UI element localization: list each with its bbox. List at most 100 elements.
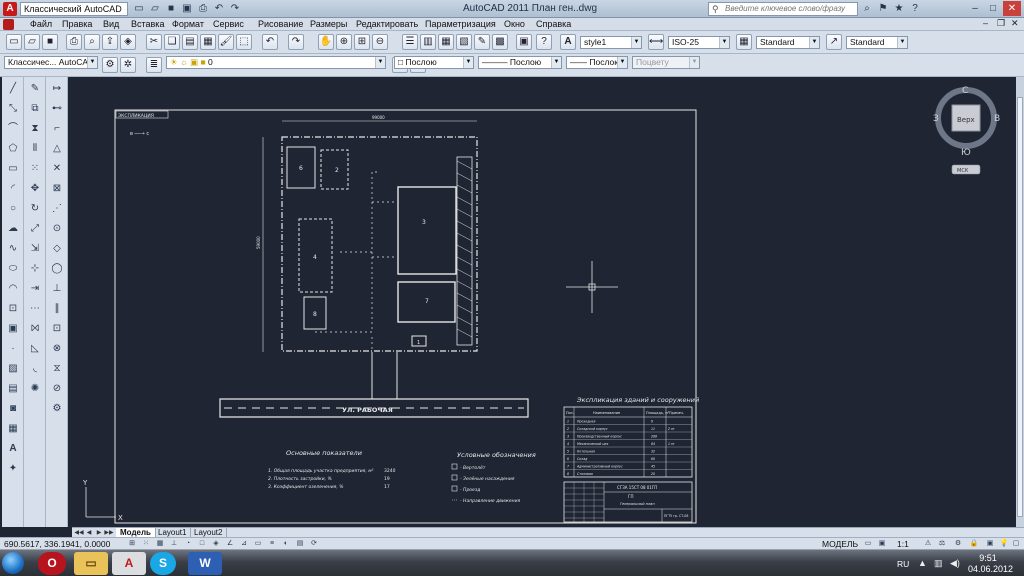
infer-constraints-icon[interactable]: ⊞ [126, 539, 138, 549]
keyboard-language[interactable]: RU [897, 559, 909, 569]
doc-close-button[interactable]: ✕ [1011, 18, 1019, 29]
zoom-window-icon[interactable]: ⊞ [354, 34, 370, 50]
design-center-icon[interactable]: ▥ [420, 34, 436, 50]
mirror-icon[interactable]: ⧗ [27, 121, 43, 136]
snap-midpoint-icon[interactable]: △ [49, 141, 65, 156]
copy-icon[interactable]: ❏ [164, 34, 180, 50]
spline-icon[interactable]: ∿ [5, 241, 21, 256]
drawing-area[interactable]: ЭКСПЛИКАЦИЯ в ──→ с 99000 59000 6 2 3 4 … [72, 77, 1016, 527]
paste-block-icon[interactable]: ▦ [200, 34, 216, 50]
qnew-icon[interactable]: ▭ [6, 34, 22, 50]
stretch-icon[interactable]: ⇲ [27, 241, 43, 256]
volume-icon[interactable]: ◀) [950, 558, 960, 569]
snap-extension-icon[interactable]: ⋰ [49, 201, 65, 216]
favorites-icon[interactable]: ★ [892, 2, 906, 16]
extend-icon[interactable]: ⇥ [27, 281, 43, 296]
subscription-icon[interactable]: ⚑ [876, 2, 890, 16]
undo-icon[interactable]: ↶ [212, 2, 226, 16]
doc-restore-button[interactable]: ❐ [997, 18, 1005, 29]
menu-tools[interactable]: Сервис [213, 19, 244, 29]
match-properties-icon[interactable]: 🖌 [218, 34, 234, 50]
menu-format[interactable]: Формат [172, 19, 204, 29]
properties-icon[interactable]: ☰ [402, 34, 418, 50]
print-icon[interactable]: ⎙ [196, 2, 210, 16]
scrollbar-thumb[interactable] [1017, 97, 1023, 517]
snap-mode-icon[interactable]: ⁙ [140, 539, 152, 549]
minimize-button[interactable]: – [966, 1, 984, 16]
table-style-icon[interactable]: ▦ [736, 34, 752, 50]
ducs-icon[interactable]: ⊿ [238, 539, 250, 549]
join-icon[interactable]: ⨝ [27, 321, 43, 336]
menu-file[interactable]: Файл [30, 19, 52, 29]
binoculars-icon[interactable]: ⌕ [860, 2, 874, 16]
sheet-set-icon[interactable]: ▧ [456, 34, 472, 50]
isolate-objects-icon[interactable]: 💡 [998, 539, 1010, 549]
new-file-icon[interactable]: ▭ [132, 2, 146, 16]
scale-icon[interactable]: ⤢ [27, 221, 43, 236]
vertical-scrollbar[interactable] [1016, 77, 1024, 527]
snap-tangent-icon[interactable]: ◯ [49, 261, 65, 276]
redo-icon[interactable]: ↷ [288, 34, 304, 50]
color-select[interactable]: □ Послою ▼ [394, 56, 474, 69]
dynamic-input-icon[interactable]: ▭ [252, 539, 264, 549]
hatch-icon[interactable]: ▨ [5, 361, 21, 376]
otrack-icon[interactable]: ∠ [224, 539, 236, 549]
save-icon[interactable]: ■ [42, 34, 58, 50]
array-icon[interactable]: ⁙ [27, 161, 43, 176]
publish-icon[interactable]: ⇪ [102, 34, 118, 50]
gradient-icon[interactable]: ▤ [5, 381, 21, 396]
polygon-icon[interactable]: ⬠ [5, 141, 21, 156]
pan-icon[interactable]: ✋ [318, 34, 334, 50]
transparency-icon[interactable]: ◐ [280, 539, 292, 549]
mtext-icon[interactable]: A [5, 441, 21, 456]
menu-modify[interactable]: Редактировать [356, 19, 418, 29]
help-icon[interactable]: ? [536, 34, 552, 50]
menu-help[interactable]: Справка [536, 19, 571, 29]
break-icon[interactable]: ⋯ [27, 301, 43, 316]
lock-icon[interactable]: 🔒 [968, 539, 980, 549]
snap-apparent-icon[interactable]: ⊠ [49, 181, 65, 196]
polyline-icon[interactable]: ⌒ [5, 121, 21, 136]
block-editor-icon[interactable]: ⬚ [236, 34, 252, 50]
coordinates-readout[interactable]: 690.5617, 336.1941, 0.0000 [4, 539, 110, 549]
arc-icon[interactable]: ◜ [5, 181, 21, 196]
save-icon[interactable]: ■ [164, 2, 178, 16]
snap-intersection-icon[interactable]: ✕ [49, 161, 65, 176]
search-input[interactable]: ⚲ Введите ключевое слово/фразу [708, 2, 858, 16]
workspace-select[interactable]: Классический AutoCAD [20, 2, 128, 16]
dim-style-select[interactable]: ISO-25 ▼ [668, 36, 730, 49]
grid-display-icon[interactable]: ▦ [154, 539, 166, 549]
explode-icon[interactable]: ✺ [27, 381, 43, 396]
open-icon[interactable]: ▱ [24, 34, 40, 50]
make-block-icon[interactable]: ▣ [5, 321, 21, 336]
document-icon[interactable] [3, 19, 14, 30]
object-snap-icon[interactable]: □ [196, 539, 208, 549]
layer-properties-icon[interactable]: ≣ [146, 57, 162, 73]
add-selected-icon[interactable]: ✦ [5, 461, 21, 476]
chamfer-icon[interactable]: ◺ [27, 341, 43, 356]
network-icon[interactable]: ▥ [934, 558, 943, 569]
ellipse-arc-icon[interactable]: ◠ [5, 281, 21, 296]
linetype-select[interactable]: ——— Послою ▼ [478, 56, 562, 69]
maximize-button[interactable]: □ [984, 1, 1002, 16]
snap-center-icon[interactable]: ⊙ [49, 221, 65, 236]
selection-cycling-icon[interactable]: ⟳ [308, 539, 320, 549]
skype-icon[interactable]: S [150, 552, 176, 575]
doc-minimize-button[interactable]: – [983, 18, 988, 28]
layer-select[interactable]: ☀ ☼ ▣ ■ 0 ▼ [166, 56, 386, 69]
autocad-logo-icon[interactable]: A [3, 2, 17, 16]
cut-icon[interactable]: ✂ [146, 34, 162, 50]
tray-arrow-icon[interactable]: ▲ [918, 558, 927, 568]
quick-properties-icon[interactable]: ▤ [294, 539, 306, 549]
viewcube-east[interactable]: В [994, 114, 1000, 124]
construction-line-icon[interactable]: ⤡ [5, 101, 21, 116]
snap-nearest-icon[interactable]: ⧖ [49, 361, 65, 376]
point-icon[interactable]: · [5, 341, 21, 356]
viewcube-north[interactable]: С [962, 86, 968, 96]
opera-icon[interactable]: O [38, 552, 66, 575]
viewcube-south[interactable]: Ю [961, 148, 971, 158]
snap-insert-icon[interactable]: ⊡ [49, 321, 65, 336]
hardware-accel-icon[interactable]: ▣ [984, 539, 996, 549]
markup-icon[interactable]: ✎ [474, 34, 490, 50]
trim-icon[interactable]: ⊹ [27, 261, 43, 276]
